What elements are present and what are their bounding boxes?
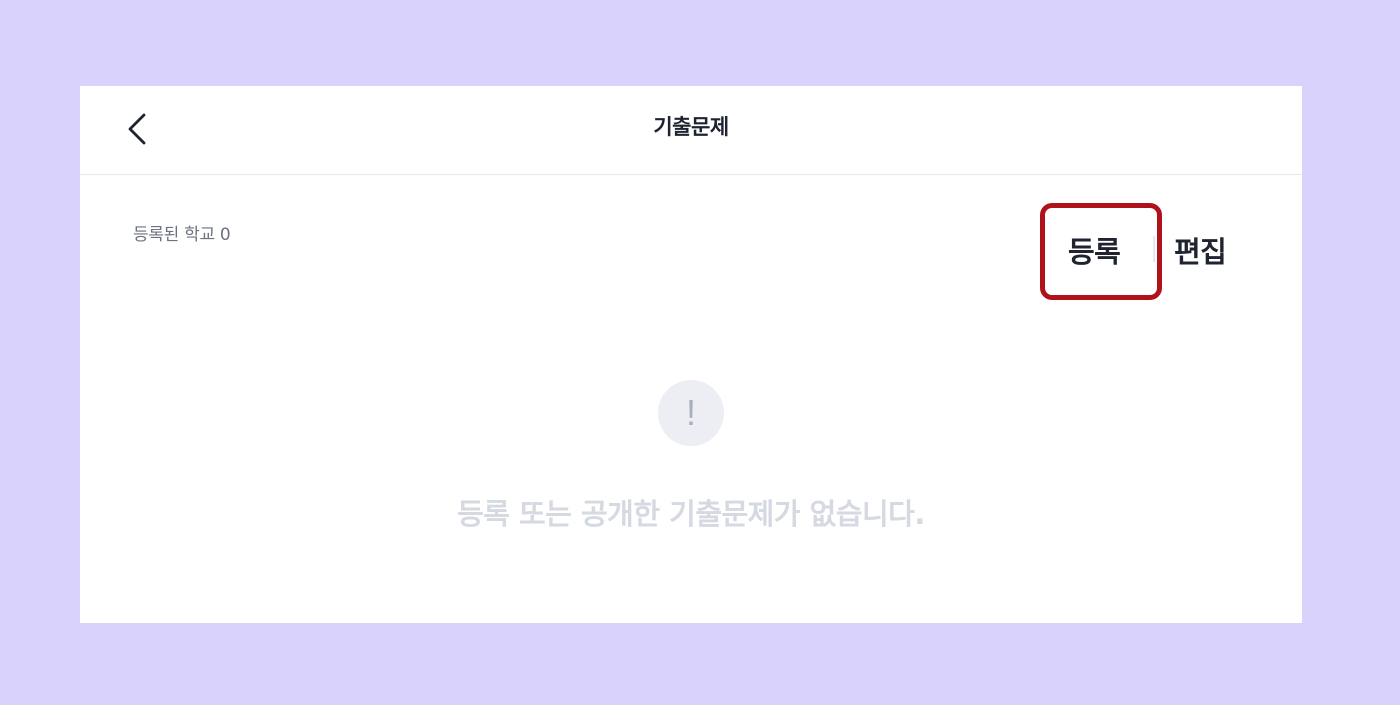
registered-school-count: 등록된 학교 0: [133, 225, 231, 245]
exclamation-icon: !: [658, 380, 724, 446]
empty-state-message: 등록 또는 공개한 기출문제가 없습니다.: [457, 497, 925, 531]
action-divider: [1153, 236, 1155, 262]
app-card: 기출문제 등록된 학교 0 등록 편집 ! 등록 또는 공개한 기출문제가 없습…: [80, 86, 1302, 623]
edit-button[interactable]: 편집: [1174, 229, 1227, 271]
back-button[interactable]: [120, 108, 160, 148]
chevron-left-icon: [128, 113, 146, 145]
top-bar: 기출문제: [80, 86, 1302, 175]
exclamation-glyph: !: [685, 392, 696, 433]
register-button[interactable]: 등록: [1068, 229, 1121, 271]
page-title: 기출문제: [653, 115, 729, 139]
